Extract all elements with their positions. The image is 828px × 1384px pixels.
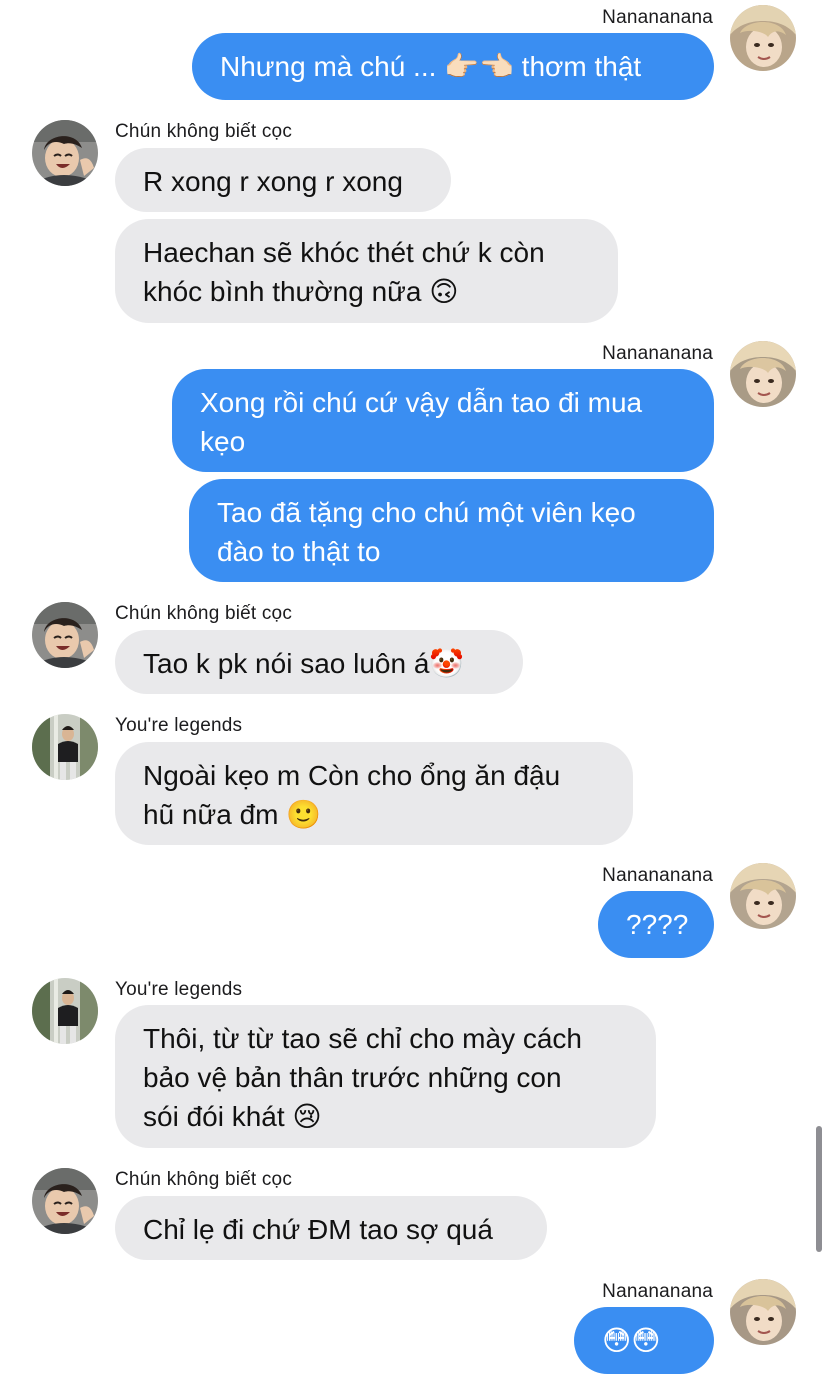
sender-name: You're legends [115, 715, 243, 736]
sender-name: Nanananana [602, 1281, 713, 1302]
message-text: R xong r xong r xong [143, 166, 403, 197]
sender-name: Nanananana [602, 343, 713, 364]
nanananana-avatar[interactable] [730, 5, 796, 71]
message-bubble[interactable]: ???? [598, 891, 714, 958]
message-text-line: Tao đã tặng cho chú một viên kẹo [217, 497, 636, 528]
message-text-line: sói đói khát 😢 [143, 1101, 322, 1132]
message-bubble[interactable]: Thôi, từ từ tao sẽ chỉ cho mày cách bảo … [115, 1005, 656, 1148]
message-text: ???? [626, 909, 689, 940]
message-bubble[interactable]: Ngoài kẹo m Còn cho ổng ăn đậu hũ nữa đm… [115, 742, 633, 845]
nanananana-avatar[interactable] [730, 1279, 796, 1345]
sender-name: Nanananana [602, 865, 713, 886]
message-text-line: bảo vệ bản thân trước những con [143, 1062, 562, 1093]
message-text-line: Thôi, từ từ tao sẽ chỉ cho mày cách [143, 1023, 583, 1054]
message-text-line: hũ nữa đm 🙂 [143, 799, 322, 830]
legends-avatar[interactable] [32, 978, 98, 1044]
scrollbar-thumb[interactable] [816, 1126, 822, 1252]
message-bubble[interactable]: Xong rồi chú cứ vậy dẫn tao đi mua kẹo [172, 369, 714, 472]
sender-name: Chún không biết cọc [115, 603, 293, 624]
message-text: Nhưng mà chú ... 👉🏻👈🏻 thơm thật [220, 51, 642, 82]
nanananana-avatar[interactable] [730, 341, 796, 407]
message-text-line: Ngoài kẹo m Còn cho ổng ăn đậu [143, 760, 561, 791]
nanananana-avatar[interactable] [730, 863, 796, 929]
message-bubble[interactable]: Tao đã tặng cho chú một viên kẹo đào to … [189, 479, 714, 582]
message-bubble[interactable]: Chỉ lẹ đi chứ ĐM tao sợ quá [115, 1196, 547, 1260]
message-bubble[interactable]: R xong r xong r xong [115, 148, 451, 212]
message-text-line: kẹo [200, 426, 246, 457]
chun-avatar[interactable] [32, 602, 98, 668]
message-text-line: khóc bình thường nữa 🙃 [143, 276, 459, 307]
message-text: 😳😳 [602, 1325, 661, 1356]
message-text: Chỉ lẹ đi chứ ĐM tao sợ quá [143, 1214, 493, 1245]
sender-name: Nanananana [602, 7, 713, 28]
message-text-line: Xong rồi chú cứ vậy dẫn tao đi mua [200, 387, 643, 418]
sender-name: You're legends [115, 979, 243, 1000]
message-bubble[interactable]: Haechan sẽ khóc thét chứ k còn khóc bình… [115, 219, 618, 323]
chun-avatar[interactable] [32, 1168, 98, 1234]
sender-name: Chún không biết cọc [115, 121, 293, 142]
chun-avatar[interactable] [32, 120, 98, 186]
message-text: Tao k pk nói sao luôn á🤡 [143, 648, 465, 679]
message-bubble[interactable]: 😳😳 [574, 1307, 714, 1374]
message-bubble[interactable]: Tao k pk nói sao luôn á🤡 [115, 630, 523, 694]
sender-name: Chún không biết cọc [115, 1169, 293, 1190]
message-text-line: Haechan sẽ khóc thét chứ k còn [143, 237, 545, 268]
legends-avatar[interactable] [32, 714, 98, 780]
message-text-line: đào to thật to [217, 536, 381, 567]
message-bubble[interactable]: Nhưng mà chú ... 👉🏻👈🏻 thơm thật [192, 33, 714, 100]
